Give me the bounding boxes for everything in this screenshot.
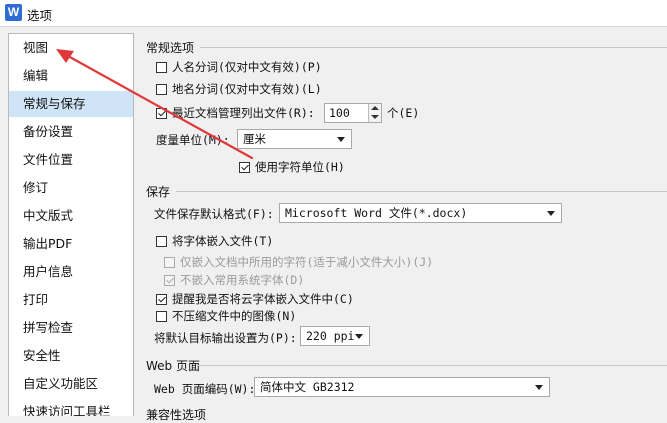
options-sidebar: 视图 编辑 常规与保存 备份设置 文件位置 修订 中文版式 输出PDF 用户信息… [8,33,134,416]
chevron-down-icon [547,211,555,216]
embed-fonts-label: 将字体嵌入文件(T) [172,234,274,248]
name-split-label: 人名分词(仅对中文有效)(P) [172,60,322,74]
save-section-divider [176,191,667,192]
target-output-label: 将默认目标输出设置为(P): [154,331,297,345]
no-common-fonts-checkbox [164,274,175,286]
measure-unit-select[interactable]: 厘米 [237,129,352,149]
char-unit-checkbox[interactable] [239,161,250,173]
target-output-row: 将默认目标输出设置为(P): [154,330,297,346]
embed-used-only-option: 仅嵌入文档中所用的字符(适于减小文件大小)(J) [164,254,433,270]
spin-buttons[interactable] [368,104,381,122]
recent-files-unit: 个(E) [387,105,419,121]
default-format-row: 文件保存默认格式(F): [154,206,274,222]
sidebar-item-print[interactable]: 打印 [9,287,133,313]
sidebar-item-backup[interactable]: 备份设置 [9,119,133,145]
sidebar-item-view[interactable]: 视图 [9,35,133,61]
web-encoding-select[interactable]: 简体中文 GB2312 [254,377,550,397]
name-split-option[interactable]: 人名分词(仅对中文有效)(P) [156,59,322,75]
sidebar-item-file-location[interactable]: 文件位置 [9,147,133,173]
no-compress-option[interactable]: 不压缩文件中的图像(N) [156,308,296,324]
measure-unit-value: 厘米 [243,132,266,146]
options-panel: 常规选项 人名分词(仅对中文有效)(P) 地名分词(仅对中文有效)(L) 最近文… [140,33,667,422]
sidebar-item-quick-access[interactable]: 快速访问工具栏 [9,399,133,416]
recent-files-option[interactable]: 最近文档管理列出文件(R): [156,105,315,121]
place-split-label: 地名分词(仅对中文有效)(L) [172,82,322,96]
window-title: 选项 [27,8,53,23]
target-output-value: 220 ppi [306,329,355,343]
measure-unit-row: 度量单位(M): [156,132,230,148]
web-section-title: Web 页面 [146,359,200,373]
recent-files-unit-label: 个(E) [387,106,420,120]
sidebar-item-chinese-layout[interactable]: 中文版式 [9,203,133,229]
sidebar-item-spell-check[interactable]: 拼写检查 [9,315,133,341]
web-encoding-row: Web 页面编码(W): [154,381,255,397]
sidebar-item-output-pdf[interactable]: 输出PDF [9,231,133,257]
chevron-down-icon [355,334,363,339]
sidebar-item-custom-ribbon[interactable]: 自定义功能区 [9,371,133,397]
default-format-value: Microsoft Word 文件(*.docx) [285,206,468,220]
spin-up-icon[interactable] [371,106,379,110]
measure-unit-label: 度量单位(M): [156,133,230,147]
default-format-select[interactable]: Microsoft Word 文件(*.docx) [279,203,562,223]
sidebar-item-general-save[interactable]: 常规与保存 [9,91,133,117]
place-split-option[interactable]: 地名分词(仅对中文有效)(L) [156,81,322,97]
char-unit-option[interactable]: 使用字符单位(H) [239,159,345,175]
web-encoding-label: Web 页面编码(W): [154,382,256,396]
embed-fonts-option[interactable]: 将字体嵌入文件(T) [156,233,273,249]
cloud-font-remind-checkbox[interactable] [156,293,167,305]
sidebar-item-revision[interactable]: 修订 [9,175,133,201]
recent-files-label: 最近文档管理列出文件(R): [172,106,315,120]
no-compress-checkbox[interactable] [156,310,167,322]
chevron-down-icon [535,385,543,390]
embed-used-only-checkbox [164,256,175,268]
sidebar-item-edit[interactable]: 编辑 [9,63,133,89]
save-section-title: 保存 [146,185,171,199]
web-encoding-value: 简体中文 GB2312 [260,380,355,394]
title-bar: W 选项 [0,0,667,27]
recent-files-checkbox[interactable] [156,107,167,119]
embed-used-only-label: 仅嵌入文档中所用的字符(适于减小文件大小)(J) [180,255,434,269]
web-section-divider [198,365,667,366]
general-section-title: 常规选项 [146,41,195,55]
wps-writer-icon: W [5,4,22,21]
no-common-fonts-label: 不嵌入常用系统字体(D) [180,273,305,287]
cloud-font-remind-option[interactable]: 提醒我是否将云字体嵌入文件中(C) [156,291,354,307]
default-format-label: 文件保存默认格式(F): [154,207,274,221]
general-section-divider [200,47,667,48]
no-common-fonts-option: 不嵌入常用系统字体(D) [164,272,304,288]
target-output-select[interactable]: 220 ppi [300,326,370,346]
recent-files-spinbox[interactable]: 100 [324,103,382,123]
cloud-font-remind-label: 提醒我是否将云字体嵌入文件中(C) [172,292,354,306]
spin-down-icon[interactable] [371,115,379,119]
sidebar-item-security[interactable]: 安全性 [9,343,133,369]
chevron-down-icon [337,137,345,142]
char-unit-label: 使用字符单位(H) [255,160,345,174]
recent-files-value: 100 [329,106,350,120]
sidebar-item-user-info[interactable]: 用户信息 [9,259,133,285]
name-split-checkbox[interactable] [156,61,167,73]
embed-fonts-checkbox[interactable] [156,235,167,247]
place-split-checkbox[interactable] [156,83,167,95]
no-compress-label: 不压缩文件中的图像(N) [172,309,297,323]
